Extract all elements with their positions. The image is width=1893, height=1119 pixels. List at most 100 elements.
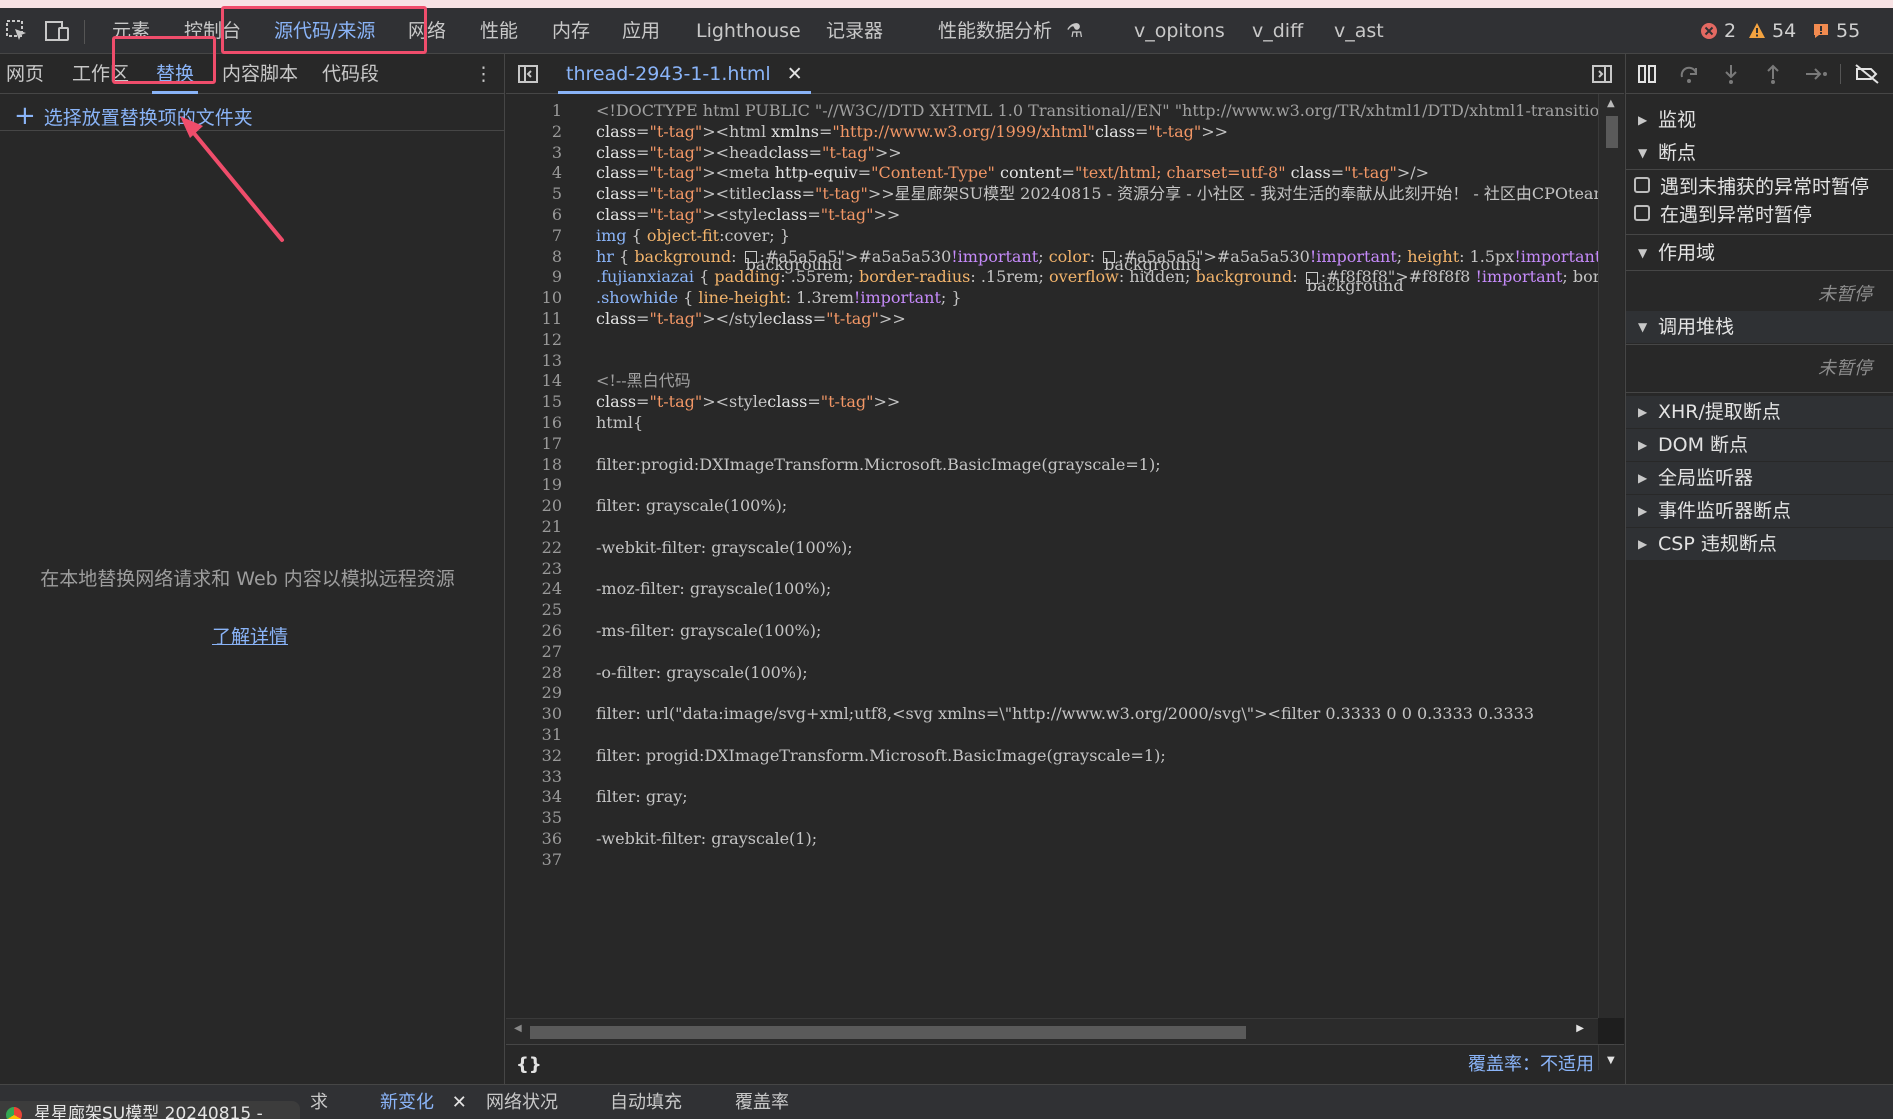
divider <box>1626 270 1893 271</box>
section-global-label: 全局监听器 <box>1658 467 1754 489</box>
section-watch-label: 监视 <box>1658 109 1697 131</box>
toggle-navigator-icon[interactable] <box>516 62 540 86</box>
divider <box>1626 392 1893 393</box>
error-counter[interactable]: 2 <box>1700 8 1736 54</box>
drawer-tab-autofill[interactable]: 自动填充 <box>610 1085 682 1119</box>
inspect-element-icon[interactable] <box>2 16 32 46</box>
section-scope[interactable]: ▼ 作用域 <box>1626 237 1893 269</box>
close-icon[interactable]: ✕ <box>787 63 803 85</box>
pause-icon[interactable] <box>1636 63 1658 85</box>
step-icon[interactable] <box>1804 63 1830 85</box>
scroll-corner <box>1598 1018 1624 1044</box>
drawer-tab-coverage[interactable]: 覆盖率 <box>735 1085 789 1119</box>
horizontal-scroll-thumb[interactable] <box>530 1026 1246 1039</box>
file-tab[interactable]: thread-2943-1-1.html ✕ <box>558 54 811 94</box>
section-call-stack[interactable]: ▼ 调用堆栈 <box>1626 311 1893 343</box>
learn-more-link[interactable]: 了解详情 <box>212 622 288 649</box>
warning-icon <box>1749 23 1765 38</box>
tab-v-opitons[interactable]: v_opitons <box>1134 8 1225 54</box>
step-over-icon[interactable] <box>1678 63 1700 85</box>
tab-performance[interactable]: 性能 <box>480 8 518 54</box>
device-toolbar-icon[interactable] <box>42 16 72 46</box>
section-csp-label: CSP 违规断点 <box>1658 533 1777 555</box>
overrides-empty-message: 在本地替换网络请求和 Web 内容以模拟远程资源 <box>40 568 455 590</box>
code-area[interactable]: 1 <!DOCTYPE html PUBLIC "-//W3C//DTD XHTM… <box>506 94 1598 1074</box>
debugger-sidebar: ▶ 监视 ▼ 断点 遇到未捕获的异常时暂停 在遇到异常时暂停 ▼ 作用域 未暂停 ▼ 调… <box>1625 54 1893 1084</box>
step-into-icon[interactable] <box>1720 63 1742 85</box>
pause-uncaught-checkbox[interactable]: 遇到未捕获的异常时暂停 <box>1634 171 1893 199</box>
experiment-flask-icon: ⚗ <box>1066 20 1084 42</box>
deactivate-breakpoints-icon[interactable] <box>1854 63 1880 85</box>
section-watch[interactable]: ▶ 监视 <box>1626 104 1893 136</box>
issues-count: 55 <box>1836 20 1861 42</box>
nav-tab-page[interactable]: 网页 <box>6 54 44 94</box>
taskbar-title: 星星廊架SU模型 20240815 - <box>34 1104 263 1119</box>
select-override-folder-label: 选择放置替换项的文件夹 <box>43 106 253 129</box>
section-breakpoints-label: 断点 <box>1658 142 1697 164</box>
tab-performance-insights[interactable]: 性能数据分析 ⚗ <box>938 8 1083 54</box>
section-csp-breakpoints[interactable]: ▶ CSP 违规断点 <box>1626 528 1893 560</box>
pause-caught-checkbox[interactable]: 在遇到异常时暂停 <box>1634 199 1893 227</box>
drawer-tab-changes-label: 新变化 <box>380 1092 434 1113</box>
divider <box>1626 344 1893 345</box>
drawer-tab-requests[interactable]: 求 <box>310 1085 328 1119</box>
tab-v-diff[interactable]: v_diff <box>1252 8 1303 54</box>
chrome-icon <box>6 1107 22 1119</box>
scroll-right-icon[interactable]: ▶ <box>1576 1023 1584 1034</box>
section-scope-label: 作用域 <box>1658 242 1716 264</box>
expand-arrow-icon: ▶ <box>1638 113 1648 127</box>
expand-arrow-icon: ▶ <box>1638 438 1648 452</box>
toolbar-separator <box>1840 64 1841 84</box>
vertical-scrollbar[interactable]: ▲ ▼ <box>1598 94 1624 1070</box>
section-global-listeners[interactable]: ▶ 全局监听器 <box>1626 462 1893 494</box>
warning-counter[interactable]: 54 <box>1748 8 1796 54</box>
toolbar-separator <box>84 20 85 44</box>
scroll-left-icon[interactable]: ◀ <box>514 1023 522 1034</box>
expand-arrow-icon: ▶ <box>1638 405 1648 419</box>
section-breakpoints[interactable]: ▼ 断点 <box>1626 137 1893 169</box>
issues-icon <box>1814 24 1828 38</box>
expand-arrow-icon: ▶ <box>1638 537 1648 551</box>
file-tab-label: thread-2943-1-1.html <box>566 63 771 85</box>
nav-tab-content-scripts[interactable]: 内容脚本 <box>222 54 298 94</box>
close-icon[interactable]: ✕ <box>452 1092 467 1113</box>
section-dom-breakpoints[interactable]: ▶ DOM 断点 <box>1626 429 1893 461</box>
toggle-debugger-icon[interactable] <box>1590 62 1614 86</box>
step-out-icon[interactable] <box>1762 63 1784 85</box>
tab-application[interactable]: 应用 <box>622 8 660 54</box>
section-event-listener-breakpoints[interactable]: ▶ 事件监听器断点 <box>1626 495 1893 527</box>
warning-count: 54 <box>1772 20 1797 42</box>
tab-performance-insights-label: 性能数据分析 <box>938 20 1053 42</box>
collapse-arrow-icon: ▼ <box>1638 246 1648 260</box>
more-options-icon[interactable]: ⋮ <box>474 54 493 94</box>
plus-icon: + <box>14 101 36 131</box>
line-number[interactable]: 37 <box>506 847 562 872</box>
horizontal-scrollbar[interactable]: ◀ ▶ <box>506 1018 1598 1044</box>
nav-tab-snippets[interactable]: 代码段 <box>322 54 379 94</box>
vertical-scroll-thumb[interactable] <box>1606 116 1618 148</box>
editor-status-bar: {} 覆盖率：不适用 <box>506 1044 1624 1084</box>
navigator-tabbar: 网页 工作区 替换 内容脚本 代码段 ⋮ <box>0 54 505 94</box>
coverage-status[interactable]: 覆盖率：不适用 <box>1468 1045 1594 1085</box>
pause-caught-label: 在遇到异常时暂停 <box>1660 203 1813 226</box>
code-editor-pane: thread-2943-1-1.html ✕ 1 <!DOCTYPE html P… <box>506 54 1624 1084</box>
tab-lighthouse[interactable]: Lighthouse <box>696 8 801 54</box>
issues-counter[interactable]: 55 <box>1812 8 1860 54</box>
error-count: 2 <box>1724 20 1737 42</box>
scroll-up-icon[interactable]: ▲ <box>1607 98 1615 109</box>
code-line[interactable]: 37 <box>506 847 1598 872</box>
drawer-tab-network-conditions[interactable]: 网络状况 <box>486 1085 558 1119</box>
pretty-print-button[interactable]: {} <box>516 1045 542 1085</box>
drawer-tab-changes[interactable]: 新变化 ✕ <box>380 1085 467 1119</box>
divider <box>0 130 505 131</box>
browser-taskbar-item[interactable]: 星星廊架SU模型 20240815 - <box>0 1101 300 1119</box>
section-xhr-label: XHR/提取断点 <box>1658 401 1781 423</box>
tab-recorder[interactable]: 记录器 <box>826 8 883 54</box>
section-xhr-breakpoints[interactable]: ▶ XHR/提取断点 <box>1626 396 1893 428</box>
editor-tabbar: thread-2943-1-1.html ✕ <box>506 54 1624 94</box>
scope-not-paused: 未暂停 <box>1818 284 1872 305</box>
tab-v-ast[interactable]: v_ast <box>1334 8 1384 54</box>
tab-memory[interactable]: 内存 <box>552 8 590 54</box>
annotation-highlight-sources-tab <box>221 6 427 54</box>
section-event-label: 事件监听器断点 <box>1658 500 1792 522</box>
